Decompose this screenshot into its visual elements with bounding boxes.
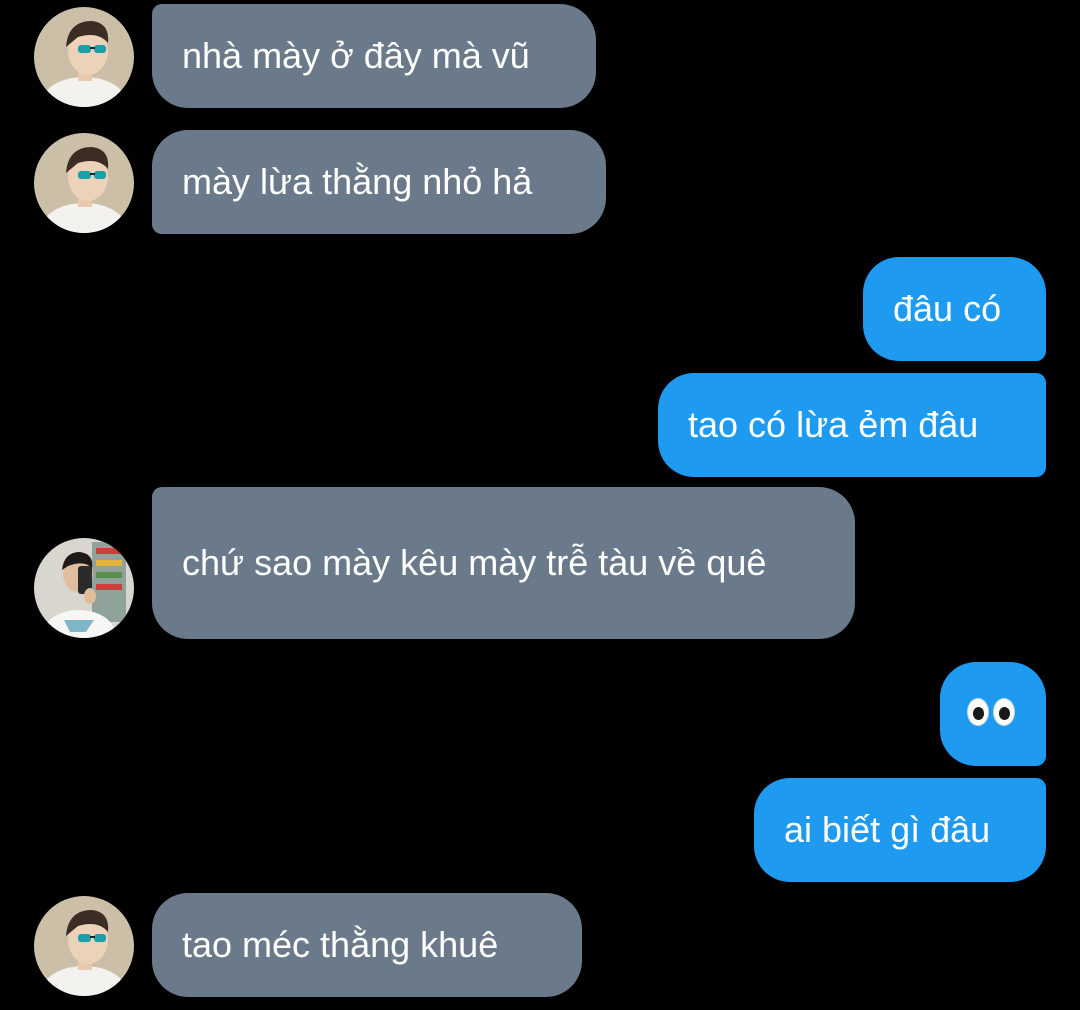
message-bubble-incoming[interactable]: nhà mày ở đây mà vũ — [152, 4, 596, 108]
avatar-sunglasses-icon[interactable] — [34, 133, 134, 233]
avatar-sunglasses-icon[interactable] — [34, 896, 134, 996]
eyes-emoji-icon — [967, 692, 1019, 736]
message-text: ai biết gì đâu — [784, 809, 991, 850]
message-bubble-outgoing[interactable]: ai biết gì đâu — [754, 778, 1046, 882]
message-bubble-incoming[interactable]: mày lừa thằng nhỏ hả — [152, 130, 606, 234]
message-text: tao có lừa ẻm đâu — [688, 404, 979, 445]
message-bubble-incoming[interactable]: tao méc thằng khuê — [152, 893, 582, 997]
message-text: tao méc thằng khuê — [182, 924, 499, 965]
message-text: chứ sao mày kêu mày trễ tàu về quê — [182, 542, 767, 583]
avatar-mirror-selfie-icon[interactable] — [34, 538, 134, 638]
message-bubble-outgoing[interactable]: tao có lừa ẻm đâu — [658, 373, 1046, 477]
message-text: mày lừa thằng nhỏ hả — [182, 161, 533, 202]
message-text: nhà mày ở đây mà vũ — [182, 35, 530, 76]
message-text: đâu có — [893, 288, 1002, 329]
avatar-sunglasses-icon[interactable] — [34, 7, 134, 107]
message-bubble-incoming[interactable]: chứ sao mày kêu mày trễ tàu về quê — [152, 487, 855, 639]
message-bubble-outgoing[interactable] — [940, 662, 1046, 766]
message-bubble-outgoing[interactable]: đâu có — [863, 257, 1046, 361]
